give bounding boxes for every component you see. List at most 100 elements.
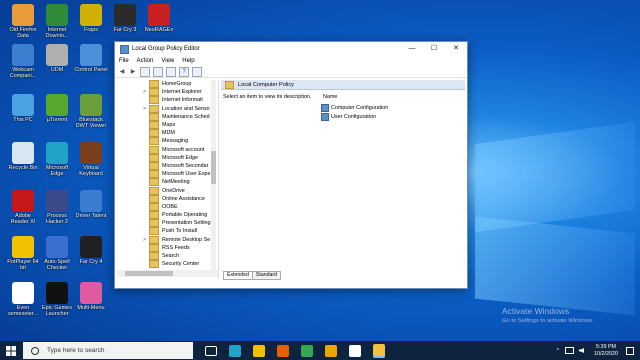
clock[interactable]: 5:39 PM 10/2/2020 (594, 344, 618, 357)
system-tray: ^ 5:39 PM 10/2/2020 (556, 341, 640, 360)
desktop-icon[interactable]: This PC (6, 94, 40, 123)
tab-standard[interactable]: Standard (252, 271, 281, 280)
title-bar[interactable]: Local Group Policy Editor — ☐ ✕ (115, 42, 467, 56)
desktop-icon[interactable]: Recycle Bin (6, 142, 40, 171)
tree-node[interactable]: Push To Install (117, 227, 218, 236)
back-arrow-icon[interactable]: ◀ (118, 68, 126, 76)
desktop-icon[interactable]: Driver Talent (74, 190, 108, 219)
tree-node[interactable]: Presentation Setting (117, 219, 218, 228)
tree-node[interactable]: Microsoft User Expe (117, 170, 218, 179)
file-explorer-icon[interactable] (253, 344, 265, 357)
tree-node[interactable]: > Internet Explorer (117, 88, 218, 97)
taskbar-search-box[interactable]: Type here to search (23, 342, 193, 359)
desktop-icon[interactable]: Adobe Reader XI (6, 190, 40, 225)
edge-icon[interactable] (229, 344, 241, 357)
close-button[interactable]: ✕ (445, 42, 467, 56)
desktop-icon[interactable]: Internet Downlo... (40, 4, 74, 39)
desktop-icon[interactable]: PotPlayer 64 bit (6, 236, 40, 271)
tree-node[interactable]: NetMeeting (117, 178, 218, 187)
show-hidden-icons-button[interactable]: ^ (556, 348, 559, 354)
tree-node[interactable]: OOBE (117, 202, 218, 211)
tree-node[interactable]: Maintenance Sched (117, 112, 218, 121)
winamp-icon[interactable] (325, 344, 337, 357)
tree-node[interactable]: Maps (117, 121, 218, 130)
chrome-icon[interactable] (301, 344, 313, 357)
folder-icon (149, 121, 159, 130)
tree-node[interactable]: Microsoft Edge (117, 153, 218, 162)
desktop-icon[interactable]: Control Panel (74, 44, 108, 73)
desktop-icon[interactable]: Process Hacker 2 (40, 190, 74, 225)
desktop-icon[interactable]: Microsoft Edge (40, 142, 74, 177)
name-column-header[interactable]: Name (323, 94, 337, 100)
desktop-icon[interactable]: NeoRAGEx (142, 4, 176, 33)
scrollbar-thumb[interactable] (125, 271, 173, 276)
tree-horizontal-scrollbar[interactable] (117, 270, 218, 277)
desktop-icon[interactable]: Even semeseter... (6, 282, 40, 317)
farcry3-icon (114, 4, 136, 26)
menu-view[interactable]: View (161, 58, 174, 64)
desktop-icon[interactable]: Auto-Spell Checker (40, 236, 74, 271)
tree-node[interactable]: > Location and Senso (117, 104, 218, 113)
tree-node[interactable]: Search (117, 252, 218, 261)
this-pc-icon (12, 94, 34, 116)
desktop-icon[interactable]: Old Firefox Data (6, 4, 40, 39)
computer-icon (321, 104, 329, 112)
folder-icon (149, 194, 159, 203)
tab-extended[interactable]: Extended (223, 271, 253, 280)
tree-node-label: Search (162, 253, 180, 260)
tree-node[interactable]: Security Center (117, 260, 218, 269)
desktop-icon[interactable]: Far Cry 3 (108, 4, 142, 33)
tree-node[interactable]: MDM (117, 129, 218, 138)
export-icon[interactable] (166, 66, 176, 77)
volume-icon[interactable] (579, 348, 585, 353)
tree-node[interactable]: RSS Feeds (117, 243, 218, 252)
tree-node[interactable]: OneDrive (117, 186, 218, 195)
menu-action[interactable]: Action (137, 58, 154, 64)
forward-arrow-icon[interactable]: ▶ (129, 68, 137, 76)
scrollbar-thumb[interactable] (211, 151, 216, 184)
navigation-tree[interactable]: HomeGroup > Internet Explorer Internet Info… (117, 80, 219, 278)
clock-app-icon[interactable] (349, 344, 361, 357)
grid-view-icon[interactable] (153, 66, 163, 77)
help-icon[interactable]: ? (179, 66, 189, 77)
desktop-icon[interactable]: Epic Games Launcher (40, 282, 74, 317)
start-button[interactable] (0, 341, 22, 360)
tree-vertical-scrollbar[interactable] (211, 80, 216, 270)
desktop-icon[interactable]: Bluestack DWT Viewer (74, 94, 108, 129)
network-icon[interactable] (565, 347, 575, 354)
notifications-icon[interactable] (626, 346, 634, 355)
tree-node-label: Remote Desktop Se (162, 236, 211, 243)
tree-node[interactable]: HomeGroup (117, 80, 218, 89)
tree-node[interactable]: Portable Operating (117, 211, 218, 220)
desktop-icon[interactable]: µTorrent (40, 94, 74, 123)
menu-file[interactable]: File (119, 58, 129, 64)
maximize-button[interactable]: ☐ (423, 42, 445, 56)
menu-help[interactable]: Help (182, 58, 194, 64)
properties-icon[interactable] (192, 66, 202, 77)
desktop-icon-label: Adobe Reader XI (10, 213, 36, 225)
desktop-icon-label: UDM (50, 67, 64, 73)
tree-node-label: Online Assistance (162, 195, 205, 202)
firefox-icon[interactable] (277, 344, 289, 357)
desktop-icon[interactable]: Far Cry 4 (74, 236, 108, 265)
tree-node[interactable]: Internet Informati (117, 96, 218, 105)
tree-node[interactable]: Microsoft Secondar (117, 161, 218, 170)
desktop-icon[interactable]: Webcam Compani... (6, 44, 40, 79)
tree-node[interactable]: Messaging (117, 137, 218, 146)
tree-node[interactable]: Microsoft account (117, 145, 218, 154)
folder-icon (149, 137, 159, 146)
computer-configuration-item[interactable]: Computer Configuration (321, 104, 388, 112)
desktop-icon-label: Old Firefox Data (9, 27, 37, 39)
minimize-button[interactable]: — (401, 42, 423, 56)
desktop-icon[interactable]: UDM (40, 44, 74, 73)
group-policy-editor-window[interactable]: Local Group Policy Editor — ☐ ✕ File Act… (114, 41, 468, 289)
desktop-icon[interactable]: Fraps (74, 4, 108, 33)
desktop-icon[interactable]: Virtual Keyboard (74, 142, 108, 177)
desktop-icon[interactable]: Multi-Menu (74, 282, 108, 311)
group-policy-icon[interactable] (373, 343, 385, 358)
user-configuration-item[interactable]: User Configuration (321, 113, 376, 121)
tree-node[interactable]: Online Assistance (117, 194, 218, 203)
show-hide-tree-icon[interactable] (140, 66, 150, 77)
tree-node[interactable]: > Remote Desktop Se (117, 235, 218, 244)
task-view-icon[interactable] (205, 345, 217, 356)
